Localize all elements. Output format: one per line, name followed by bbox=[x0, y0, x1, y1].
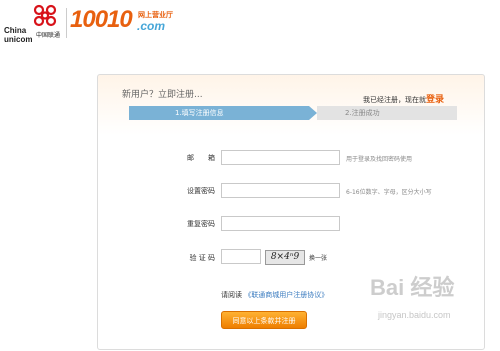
confirm-password-label: 重复密码 bbox=[187, 220, 215, 228]
step-arrow-icon bbox=[309, 106, 317, 120]
agreement-prefix: 请阅读 bbox=[221, 291, 242, 299]
step-1-label: 1.填写注册信息 bbox=[175, 109, 224, 117]
email-label: 邮 箱 bbox=[187, 154, 215, 162]
step-indicator-inactive bbox=[317, 106, 457, 120]
baidu-jingyan-watermark: Bai 经验 bbox=[370, 275, 455, 300]
password-input[interactable] bbox=[221, 183, 340, 198]
logo-en-line1: China bbox=[4, 26, 27, 35]
captcha-input[interactable] bbox=[221, 249, 261, 264]
email-hint: 用于登录及找回密码使用 bbox=[346, 156, 413, 163]
panel-title: 新用户？立即注册... bbox=[122, 90, 203, 100]
service-number-logo: 10010 bbox=[70, 6, 133, 33]
logo-english: China unicom bbox=[4, 26, 32, 44]
agreement-text: 请阅读 《联通商城用户注册协议》 bbox=[221, 290, 328, 300]
email-input[interactable] bbox=[221, 150, 340, 165]
domain-suffix: .com bbox=[137, 19, 166, 33]
captcha-label: 验 证 码 bbox=[189, 254, 215, 262]
agreement-link[interactable]: 《联通商城用户注册协议》 bbox=[244, 291, 328, 299]
login-link[interactable]: 登录 bbox=[426, 95, 444, 105]
password-hint: 6-16位数字、字母，区分大小写 bbox=[346, 189, 432, 196]
agree-and-register-button[interactable]: 同意以上条款并注册 bbox=[221, 311, 307, 329]
already-registered-text: 我已经注册，现在就登录 bbox=[363, 92, 444, 105]
logo-chinese: 中国联通 bbox=[36, 32, 61, 39]
captcha-image[interactable]: 8×4ⁿ9 bbox=[265, 250, 305, 265]
unicom-knot-logo-icon bbox=[33, 4, 57, 27]
logo-en-line2: unicom bbox=[4, 35, 33, 44]
refresh-captcha-link[interactable]: 换一张 bbox=[309, 253, 327, 262]
step-2-label: 2.注册成功 bbox=[345, 109, 380, 117]
already-registered-label: 我已经注册，现在就 bbox=[363, 96, 426, 104]
header-divider bbox=[66, 8, 67, 38]
password-label: 设置密码 bbox=[187, 187, 215, 195]
watermark-url: jingyan.baidu.com bbox=[378, 310, 451, 320]
confirm-password-input[interactable] bbox=[221, 216, 340, 231]
